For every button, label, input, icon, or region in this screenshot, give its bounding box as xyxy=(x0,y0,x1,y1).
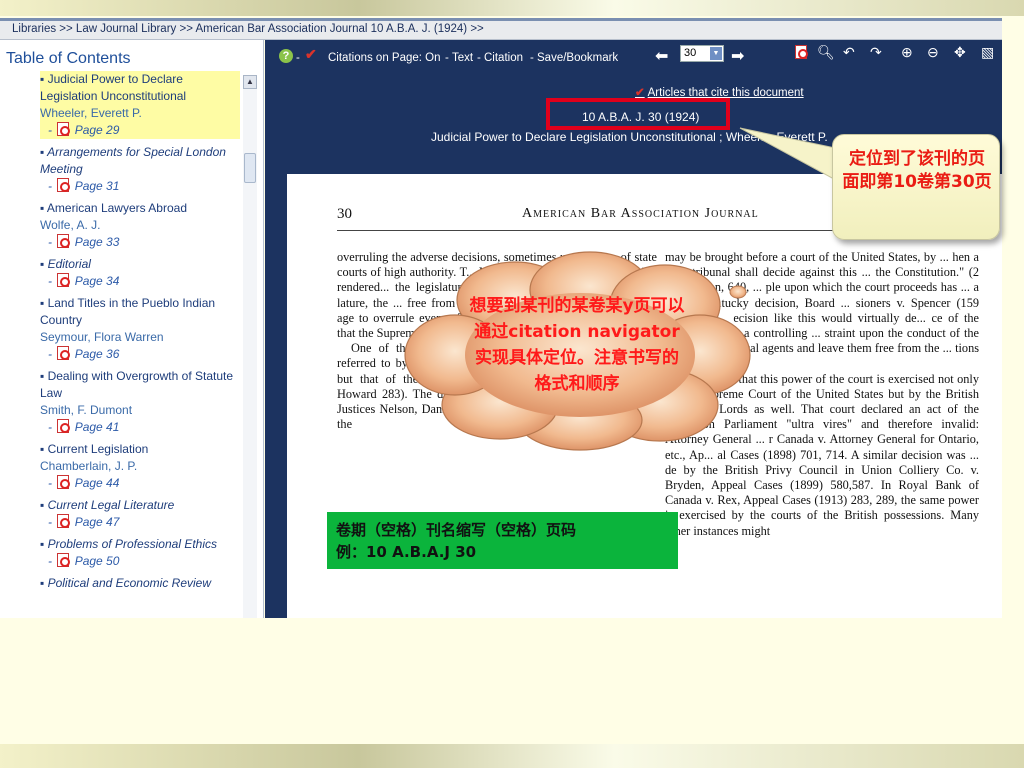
format-note-line1: 卷期（空格）刊名缩写（空格）页码 xyxy=(336,521,577,539)
slide-bottom-band xyxy=(0,744,1024,768)
format-note-text: 卷期（空格）刊名缩写（空格）页码 例：10 A.B.A.J 30 xyxy=(336,519,676,563)
callout-pointer xyxy=(739,127,846,186)
callout-text: 定位到了该刊的页面即第10卷第30页 xyxy=(842,149,992,192)
format-note-line2: 例：10 A.B.A.J 30 xyxy=(336,543,477,561)
